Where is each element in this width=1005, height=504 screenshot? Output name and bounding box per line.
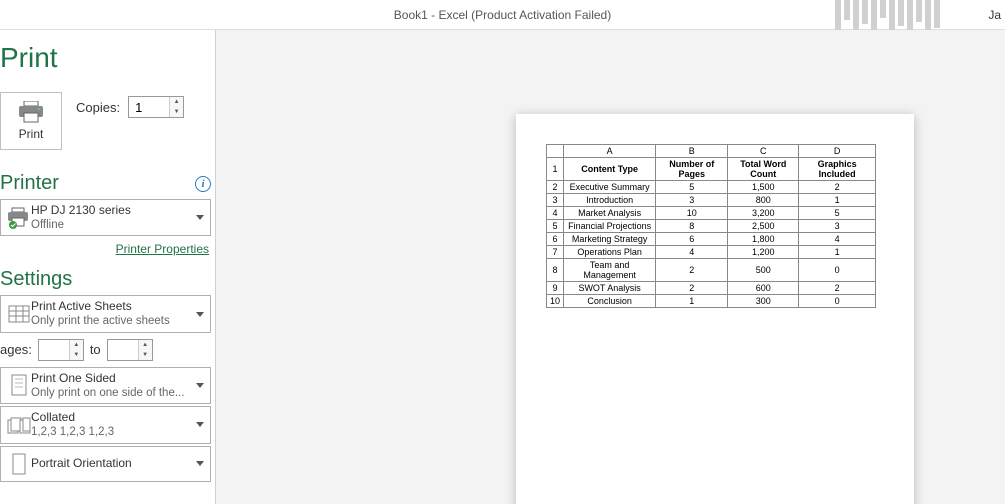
copies-up[interactable]: ▲ <box>170 97 183 107</box>
page-icon <box>7 374 31 396</box>
print-button[interactable]: Print <box>0 92 62 150</box>
chevron-down-icon <box>196 461 204 466</box>
print-what-sub: Only print the active sheets <box>31 314 192 328</box>
settings-heading: Settings <box>0 268 72 291</box>
printer-heading: Printer <box>0 172 59 195</box>
collate-sub: 1,2,3 1,2,3 1,2,3 <box>31 425 192 439</box>
from-up[interactable]: ▲ <box>70 340 83 350</box>
printer-properties-link[interactable]: Printer Properties <box>116 242 209 256</box>
to-up[interactable]: ▲ <box>139 340 152 350</box>
user-name[interactable]: Ja <box>988 0 1001 30</box>
collate-select[interactable]: Collated 1,2,3 1,2,3 1,2,3 <box>0 406 211 443</box>
pages-to-spinner[interactable]: ▲▼ <box>107 339 153 361</box>
pages-from-spinner[interactable]: ▲▼ <box>38 339 84 361</box>
collate-title: Collated <box>31 410 192 425</box>
sheets-icon <box>7 303 31 325</box>
orientation-title: Portrait Orientation <box>31 456 192 471</box>
pages-label: ages: <box>0 342 32 357</box>
preview-table: ABCD1Content TypeNumber of PagesTotal Wo… <box>546 144 876 308</box>
printer-status-icon <box>7 207 31 229</box>
pages-from-input[interactable] <box>39 340 69 360</box>
sides-select[interactable]: Print One Sided Only print on one side o… <box>0 367 211 404</box>
copies-spinner[interactable]: ▲ ▼ <box>128 96 184 118</box>
chevron-down-icon <box>196 422 204 427</box>
chevron-down-icon <box>196 312 204 317</box>
chevron-down-icon <box>196 215 204 220</box>
copies-down[interactable]: ▼ <box>170 107 183 117</box>
sides-title: Print One Sided <box>31 371 192 386</box>
orientation-select[interactable]: Portrait Orientation <box>0 446 211 482</box>
page-title: Print <box>0 42 211 74</box>
pages-to-label: to <box>90 342 101 357</box>
preview-page: ABCD1Content TypeNumber of PagesTotal Wo… <box>516 114 914 504</box>
chevron-down-icon <box>196 383 204 388</box>
print-preview: ABCD1Content TypeNumber of PagesTotal Wo… <box>215 30 1005 504</box>
copies-input[interactable] <box>129 97 169 117</box>
sides-sub: Only print on one side of the... <box>31 386 192 400</box>
portrait-icon <box>7 453 31 475</box>
printer-select[interactable]: HP DJ 2130 series Offline <box>0 199 211 236</box>
info-icon[interactable]: i <box>195 176 211 192</box>
title-bar: Book1 - Excel (Product Activation Failed… <box>0 0 1005 30</box>
print-button-label: Print <box>19 127 44 141</box>
pages-range: ages: ▲▼ to ▲▼ <box>0 339 211 361</box>
pages-to-input[interactable] <box>108 340 138 360</box>
printer-status: Offline <box>31 218 192 232</box>
collate-icon <box>7 415 31 435</box>
print-what-title: Print Active Sheets <box>31 299 192 314</box>
printer-icon <box>17 101 45 123</box>
print-options-panel: Print Print Copies: ▲ <box>0 30 215 504</box>
print-what-select[interactable]: Print Active Sheets Only print the activ… <box>0 295 211 332</box>
window-title: Book1 - Excel (Product Activation Failed… <box>394 8 611 22</box>
from-down[interactable]: ▼ <box>70 350 83 360</box>
to-down[interactable]: ▼ <box>139 350 152 360</box>
copies-label: Copies: <box>76 100 120 115</box>
printer-name: HP DJ 2130 series <box>31 203 192 218</box>
